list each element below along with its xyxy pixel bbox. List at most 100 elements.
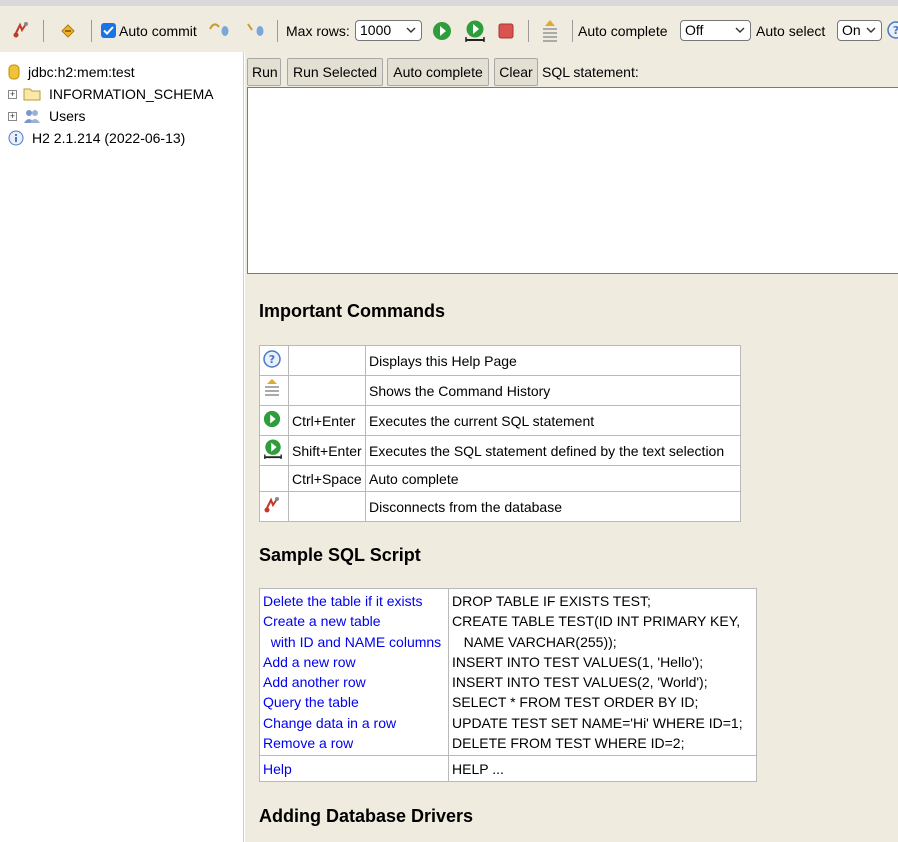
clear-button[interactable]: Clear (494, 58, 538, 86)
command-key-cell: Shift+Enter (288, 435, 366, 466)
version-label: H2 2.1.214 (2022-06-13) (32, 130, 186, 146)
tree-item-label: INFORMATION_SCHEMA (49, 86, 214, 102)
auto-complete-value: Off (685, 22, 704, 38)
tree-item-label: Users (49, 108, 86, 124)
history-icon[interactable] (541, 19, 559, 43)
max-rows-value: 1000 (360, 22, 392, 38)
commit-icon[interactable] (208, 21, 230, 39)
toolbar: Auto commit Max rows: 1000 Auto complete… (0, 6, 898, 52)
sample-link[interactable]: Add a new row (263, 652, 445, 672)
sample-sql-cell: DROP TABLE IF EXISTS TEST; CREATE TABLE … (448, 587, 757, 757)
table-row: Help HELP ... (259, 755, 757, 783)
sample-sql-line: DELETE FROM TEST WHERE ID=2; (452, 735, 685, 752)
commands-table: ? Displays this Help Page Shows the Comm… (259, 345, 741, 522)
table-row: Shift+Enter Executes the SQL statement d… (259, 435, 741, 466)
auto-select-label: Auto select (756, 23, 826, 39)
sample-sql-line: DROP TABLE IF EXISTS TEST; (452, 593, 651, 609)
sample-link[interactable]: Remove a row (263, 733, 445, 753)
sample-link[interactable]: Change data in a row (263, 713, 445, 733)
auto-commit-checkbox[interactable] (101, 23, 116, 38)
table-row: Disconnects from the database (259, 491, 741, 522)
tree-item-users[interactable]: + Users (8, 106, 86, 126)
command-icon-cell (259, 375, 289, 406)
toolbar-separator (528, 20, 529, 42)
folder-icon (23, 88, 41, 101)
sample-links-cell: Delete the table if it exists Create a n… (259, 587, 449, 757)
table-row: Ctrl+Space Auto complete (259, 465, 741, 492)
sample-sql-table: Delete the table if it exists Create a n… (259, 587, 757, 783)
refresh-icon[interactable] (58, 21, 78, 41)
auto-complete-select[interactable]: Off (680, 20, 751, 41)
toolbar-separator (572, 20, 573, 42)
table-row: Delete the table if it exists Create a n… (259, 587, 757, 757)
table-row: Ctrl+Enter Executes the current SQL stat… (259, 405, 741, 436)
auto-select-value: On (842, 22, 861, 38)
tree-item-connection[interactable]: jdbc:h2:mem:test (8, 62, 135, 82)
chevron-down-icon (735, 27, 745, 33)
command-key-cell (288, 491, 366, 522)
toolbar-separator (91, 20, 92, 42)
sample-sql-heading: Sample SQL Script (259, 545, 421, 565)
run-icon[interactable] (432, 21, 452, 41)
sample-link[interactable]: Add another row (263, 672, 445, 692)
auto-select-select[interactable]: On (837, 20, 882, 41)
command-icon-cell (259, 491, 289, 522)
disconnect-icon (264, 497, 279, 513)
run-selected-button[interactable]: Run Selected (287, 58, 383, 86)
sql-statement-label: SQL statement: (542, 64, 639, 80)
command-desc-cell: Executes the SQL statement defined by th… (365, 435, 741, 466)
table-row: Shows the Command History (259, 375, 741, 406)
help-link-cell: Help (259, 755, 449, 783)
auto-commit-label: Auto commit (119, 23, 197, 39)
max-rows-select[interactable]: 1000 (355, 20, 422, 41)
run-selected-icon[interactable] (464, 19, 486, 43)
run-button[interactable]: Run (247, 58, 281, 86)
sample-link[interactable]: Create a new table (263, 611, 445, 631)
sample-sql-line: NAME VARCHAR(255)); (452, 633, 617, 650)
command-desc-cell: Disconnects from the database (365, 491, 741, 522)
object-tree: jdbc:h2:mem:test + INFORMATION_SCHEMA + … (0, 52, 244, 842)
rollback-icon[interactable] (245, 21, 267, 39)
svg-text:?: ? (269, 353, 275, 366)
stop-icon[interactable] (497, 22, 515, 40)
sample-link[interactable]: Query the table (263, 692, 445, 712)
database-icon (8, 64, 20, 80)
run-icon (263, 410, 281, 428)
tree-item-information-schema[interactable]: + INFORMATION_SCHEMA (8, 84, 214, 104)
help-icon: ? (263, 350, 281, 368)
help-link[interactable]: Help (263, 761, 292, 777)
expand-icon[interactable]: + (8, 111, 17, 121)
max-rows-label: Max rows: (286, 23, 350, 39)
command-icon-cell (259, 435, 289, 466)
command-desc-cell: Executes the current SQL statement (365, 405, 741, 436)
sample-link[interactable]: with ID and NAME columns (263, 632, 445, 652)
tree-connection-label: jdbc:h2:mem:test (28, 64, 135, 80)
toolbar-separator (43, 20, 44, 42)
toolbar-separator (277, 20, 278, 42)
run-selected-icon (264, 439, 282, 459)
adding-drivers-heading: Adding Database Drivers (259, 806, 474, 826)
sample-link[interactable]: Delete the table if it exists (263, 591, 445, 611)
table-row: ? Displays this Help Page (259, 345, 741, 376)
disconnect-icon[interactable] (12, 21, 30, 39)
command-desc-cell: Displays this Help Page (365, 345, 741, 376)
tree-item-version: H2 2.1.214 (2022-06-13) (8, 128, 185, 148)
command-desc-cell: Shows the Command History (365, 375, 741, 406)
help-icon[interactable]: ? (887, 21, 898, 39)
command-key-cell (288, 375, 366, 406)
info-icon (8, 130, 24, 146)
chevron-down-icon (866, 27, 876, 33)
sample-sql-line: INSERT INTO TEST VALUES(2, 'World'); (452, 674, 708, 691)
chevron-down-icon (406, 27, 416, 33)
command-key-cell: Ctrl+Space (288, 465, 366, 492)
command-key-cell (288, 345, 366, 376)
command-key-cell: Ctrl+Enter (288, 405, 366, 436)
sql-editor[interactable] (247, 87, 898, 274)
command-desc-cell: Auto complete (365, 465, 741, 492)
history-icon (265, 379, 279, 396)
auto-complete-label: Auto complete (578, 23, 668, 39)
auto-complete-button[interactable]: Auto complete (387, 58, 489, 86)
expand-icon[interactable]: + (8, 89, 17, 99)
sample-sql-line: SELECT * FROM TEST ORDER BY ID; (452, 694, 699, 711)
sample-sql-line: INSERT INTO TEST VALUES(1, 'Hello'); (452, 653, 704, 670)
